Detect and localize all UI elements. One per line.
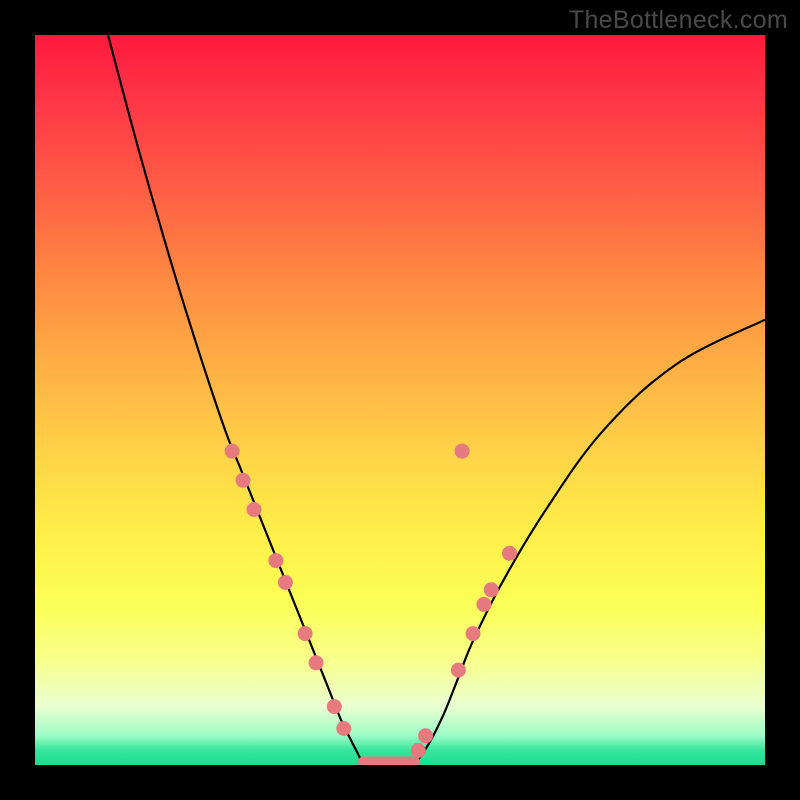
dot-right-0 <box>411 743 426 758</box>
dot-left-0 <box>225 444 240 459</box>
dot-right-3 <box>466 626 481 641</box>
dot-right-6 <box>502 546 517 561</box>
dot-left-5 <box>298 626 313 641</box>
dot-left-6 <box>309 655 324 670</box>
dot-left-7 <box>327 699 342 714</box>
dot-right-1 <box>418 728 433 743</box>
watermark-text: TheBottleneck.com <box>569 6 788 35</box>
left-curve <box>108 35 364 765</box>
dot-left-3 <box>268 553 283 568</box>
plot-area <box>35 35 765 765</box>
dot-right-4 <box>476 597 491 612</box>
chart-frame: TheBottleneck.com <box>0 0 800 800</box>
dot-left-4 <box>278 575 293 590</box>
dot-right-2 <box>451 663 466 678</box>
dot-left-8 <box>336 721 351 736</box>
dot-right-7 <box>455 444 470 459</box>
dot-right-5 <box>484 582 499 597</box>
dot-left-1 <box>236 473 251 488</box>
dot-left-2 <box>247 502 262 517</box>
right-curve <box>415 320 765 765</box>
curve-svg <box>35 35 765 765</box>
